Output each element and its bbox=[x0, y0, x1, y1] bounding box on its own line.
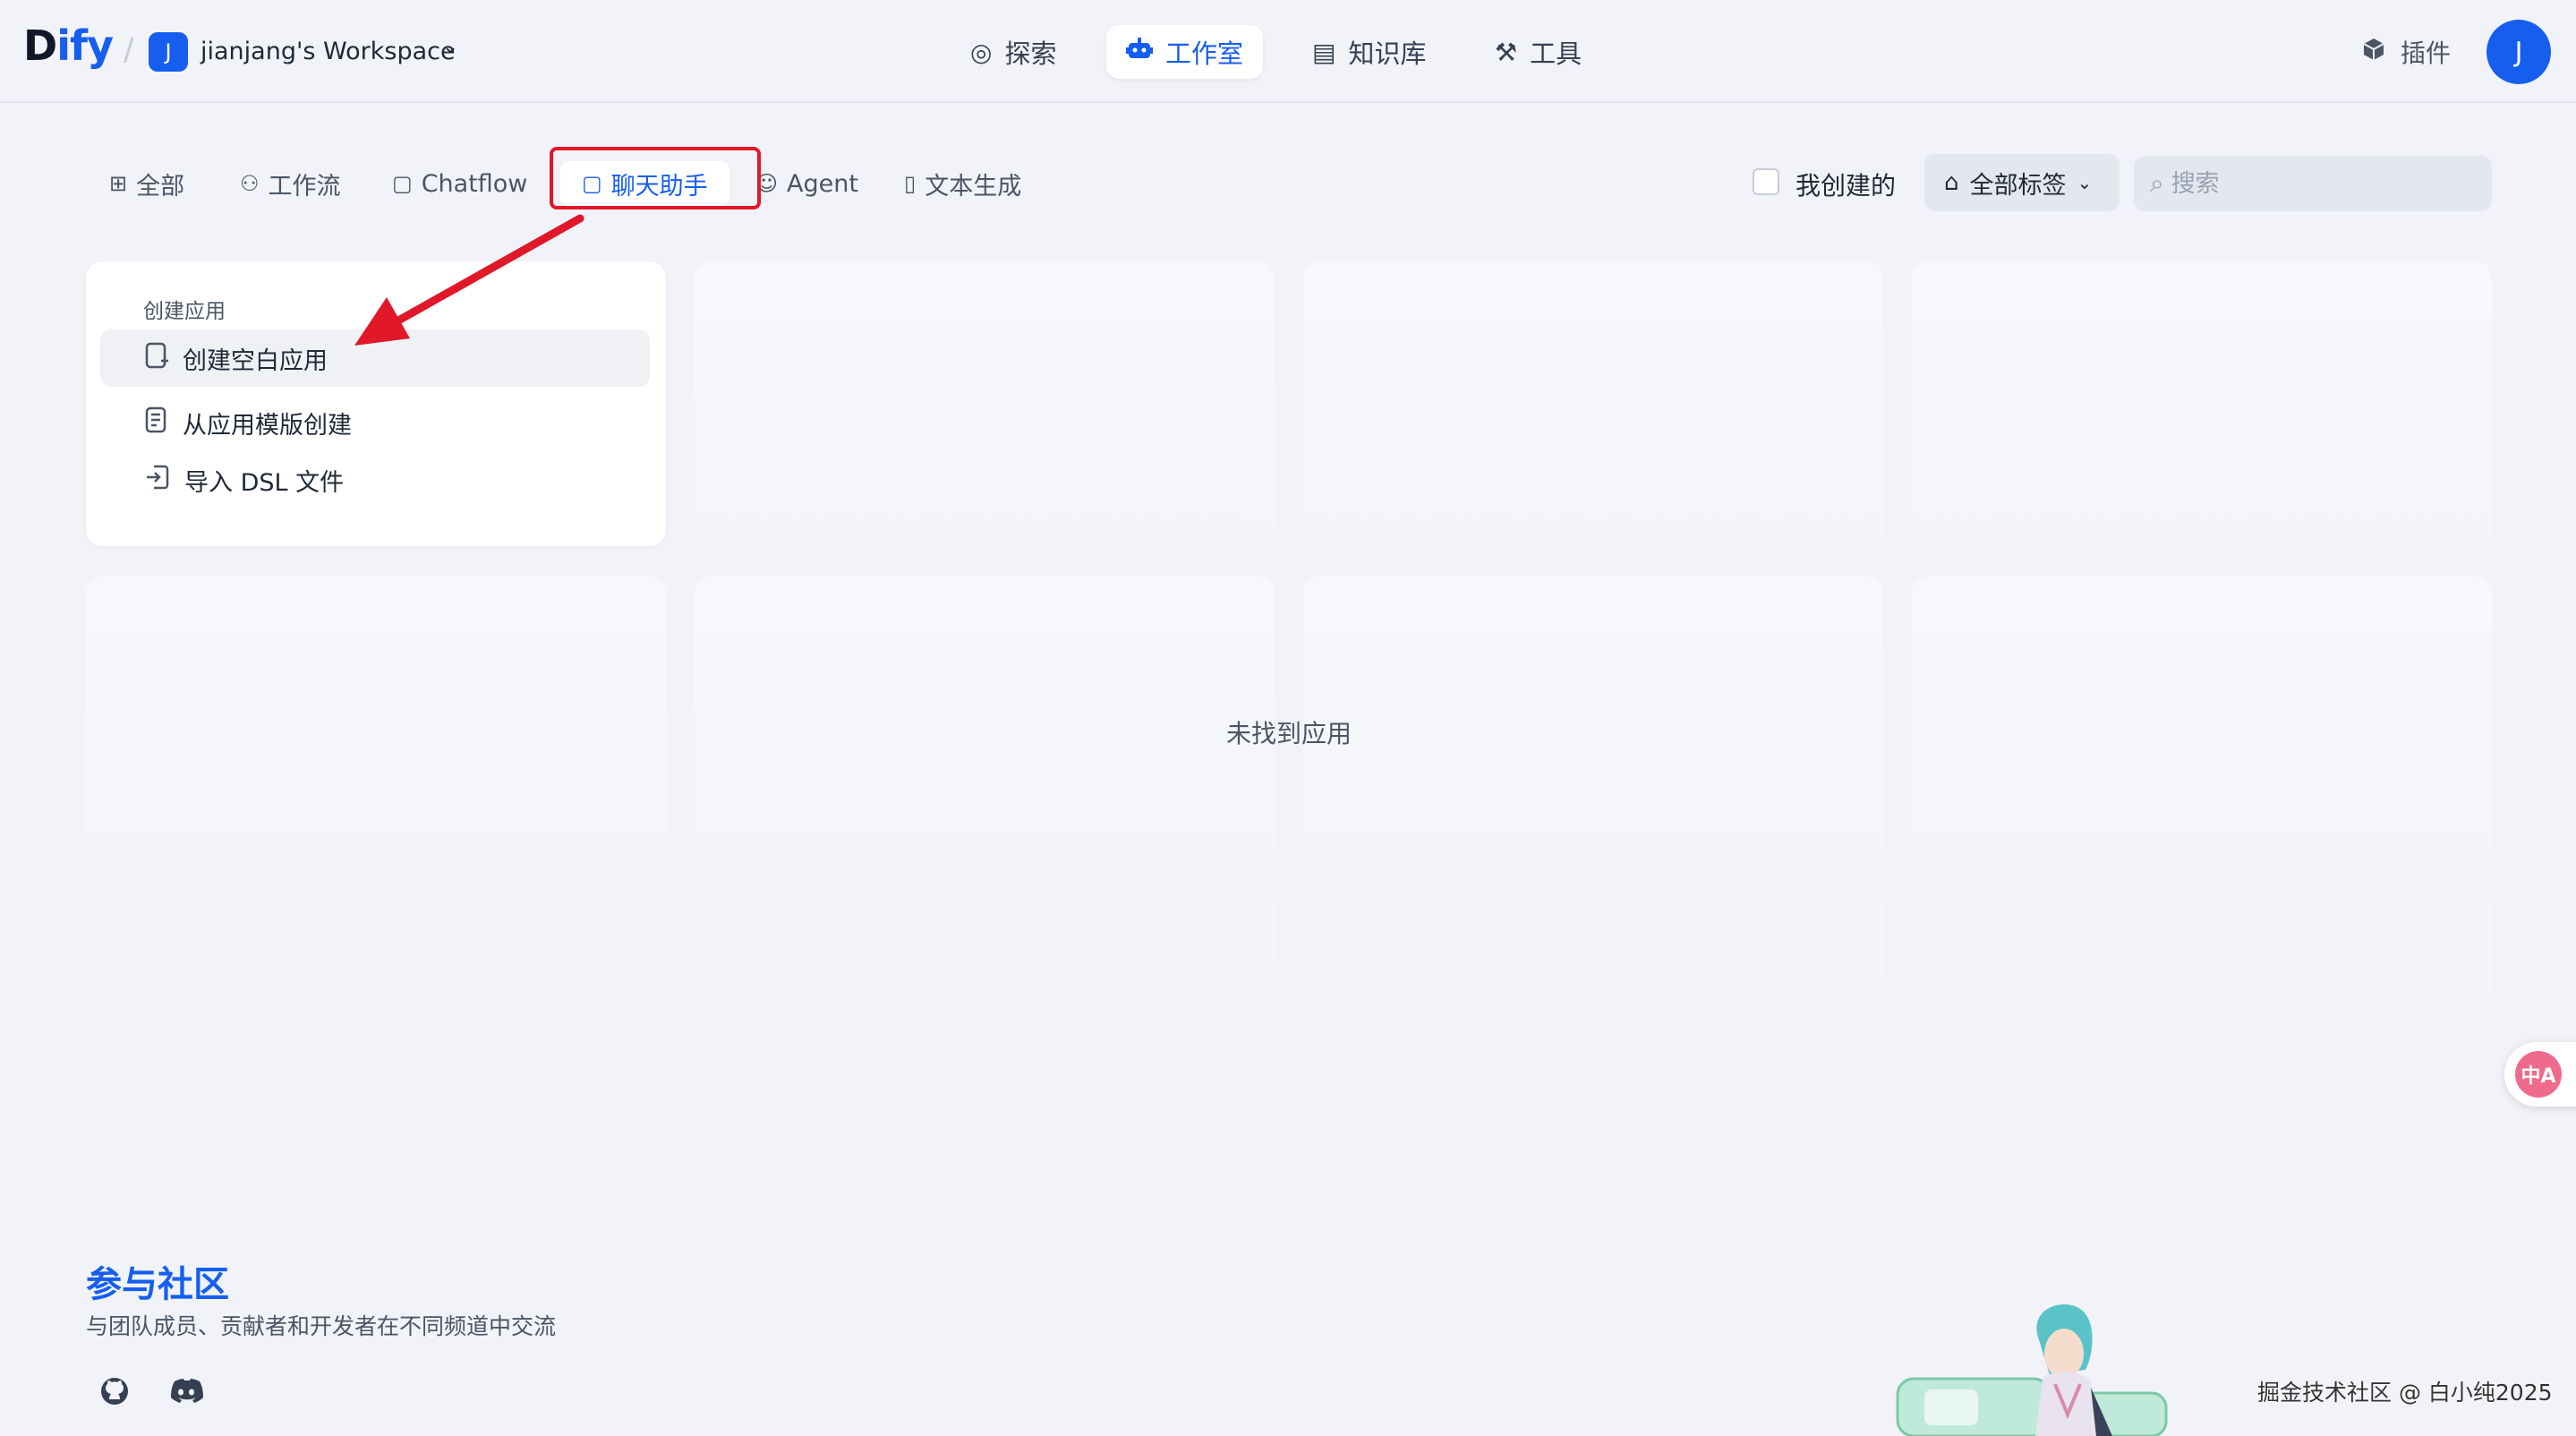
user-avatar[interactable]: J bbox=[2486, 20, 2551, 84]
create-app-title: 创建应用 bbox=[143, 300, 226, 323]
create-from-template-button[interactable]: 从应用模版创建 bbox=[100, 394, 650, 451]
app-card-placeholder bbox=[86, 577, 666, 861]
document-icon: ▯ bbox=[904, 171, 917, 196]
dify-logo[interactable]: Dify bbox=[23, 21, 114, 70]
new-file-icon bbox=[145, 342, 168, 375]
cube-icon bbox=[2361, 37, 2386, 68]
workspace-avatar[interactable]: J bbox=[149, 32, 188, 72]
tag-filter-select[interactable]: ⌂ 全部标签 ⌄ bbox=[1924, 154, 2120, 211]
chevron-down-icon: ⌄ bbox=[2077, 172, 2093, 193]
nav-explore[interactable]: ◎ 探索 bbox=[951, 25, 1076, 79]
top-header: Dify / J jianjang's Workspace ⌄ ◎ 探索 工作室… bbox=[0, 0, 2576, 103]
create-app-card: 创建应用 创建空白应用 从应用模版创建 导入 DSL 文件 bbox=[86, 261, 666, 546]
tab-workflow[interactable]: ⚇ 工作流 bbox=[231, 161, 350, 206]
app-card-placeholder bbox=[695, 261, 1275, 546]
tab-agent[interactable]: ☺ Agent bbox=[746, 161, 867, 206]
breadcrumb-separator: / bbox=[124, 32, 134, 68]
community-title: 参与社区 bbox=[86, 1264, 229, 1305]
search-input[interactable] bbox=[2171, 169, 2467, 198]
app-card-placeholder bbox=[1303, 892, 1883, 1176]
import-icon bbox=[145, 464, 170, 497]
workflow-icon: ⚇ bbox=[240, 171, 260, 196]
translate-widget[interactable]: 中A bbox=[2504, 1042, 2576, 1107]
tag-icon: ⌂ bbox=[1944, 169, 1959, 196]
nav-studio[interactable]: 工作室 bbox=[1106, 25, 1264, 79]
tab-all[interactable]: ⊞ 全部 bbox=[100, 161, 193, 206]
app-card-placeholder bbox=[695, 577, 1275, 861]
create-blank-app-button[interactable]: 创建空白应用 bbox=[100, 329, 650, 387]
app-card-placeholder bbox=[1303, 261, 1883, 546]
watermark-text: 掘金技术社区 @ 白小纯2025 bbox=[2257, 1380, 2553, 1406]
tab-chatflow[interactable]: ▢ Chatflow bbox=[383, 161, 536, 206]
discord-icon[interactable] bbox=[165, 1370, 208, 1413]
nav-tools[interactable]: ⚒ 工具 bbox=[1475, 25, 1601, 79]
tab-text-generation[interactable]: ▯ 文本生成 bbox=[895, 161, 1030, 206]
community-subtitle: 与团队成员、贡献者和开发者在不同频道中交流 bbox=[86, 1313, 557, 1339]
created-by-me-checkbox[interactable] bbox=[1753, 168, 1779, 195]
app-card-placeholder bbox=[695, 892, 1275, 1176]
hammer-icon: ⚒ bbox=[1495, 37, 1518, 67]
book-icon: ▤ bbox=[1312, 37, 1336, 67]
workspace-name[interactable]: jianjang's Workspace bbox=[200, 38, 456, 65]
app-card-placeholder bbox=[1303, 577, 1883, 861]
robot-icon bbox=[1126, 37, 1153, 67]
grid-icon: ⊞ bbox=[109, 171, 128, 196]
app-card-placeholder bbox=[1912, 892, 2492, 1176]
app-card-placeholder bbox=[86, 892, 666, 1176]
mascot-illustration bbox=[1896, 1304, 2168, 1436]
compass-icon: ◎ bbox=[970, 37, 993, 67]
translate-icon: 中A bbox=[2515, 1051, 2562, 1098]
import-dsl-button[interactable]: 导入 DSL 文件 bbox=[100, 451, 650, 509]
empty-state-message: 未找到应用 bbox=[1226, 719, 1352, 748]
app-card-placeholder bbox=[1912, 577, 2492, 861]
annotation-highlight-box bbox=[550, 147, 761, 209]
search-icon: ⌕ bbox=[2150, 168, 2164, 198]
plugin-button[interactable]: 插件 bbox=[2361, 34, 2451, 70]
created-by-me-label: 我创建的 bbox=[1796, 171, 1897, 201]
chevron-down-icon[interactable]: ⌄ bbox=[442, 36, 458, 58]
chat-icon: ▢ bbox=[392, 171, 413, 196]
github-icon[interactable] bbox=[93, 1370, 136, 1413]
search-box[interactable]: ⌕ bbox=[2134, 156, 2492, 211]
nav-knowledge[interactable]: ▤ 知识库 bbox=[1292, 25, 1446, 79]
app-card-placeholder bbox=[1912, 261, 2492, 546]
template-icon bbox=[145, 406, 168, 440]
